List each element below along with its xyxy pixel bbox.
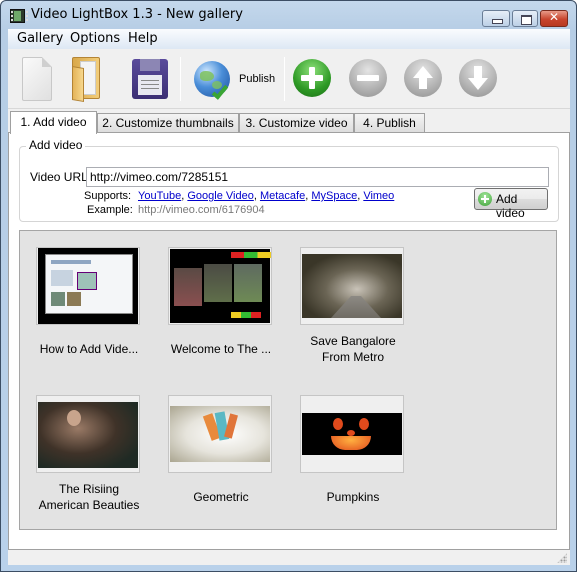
tab-panel-add-video: Add video Video URL Supports: YouTube, G…	[8, 132, 570, 550]
video-caption: Welcome to The ...	[170, 342, 272, 356]
link-google-video[interactable]: Google Video	[187, 190, 253, 202]
add-item-button[interactable]	[293, 59, 331, 97]
menu-help[interactable]: Help	[128, 31, 158, 46]
add-video-button[interactable]: Add video	[474, 188, 548, 220]
video-gallery: How to Add Vide... Welcome to The ... Sa…	[19, 230, 557, 530]
remove-item-button[interactable]	[349, 59, 387, 97]
menu-bar: Gallery Options Help	[8, 29, 570, 49]
video-url-input[interactable]	[86, 167, 549, 187]
supports-list: YouTube, Google Video, Metacafe, MySpace…	[138, 190, 395, 202]
menu-gallery[interactable]: Gallery	[17, 31, 63, 46]
status-bar	[8, 550, 570, 565]
tab-publish[interactable]: 4. Publish	[354, 113, 425, 133]
film-icon	[10, 9, 28, 23]
video-caption: Geometric	[193, 490, 249, 504]
video-caption: The Risiing American Beauties	[38, 482, 140, 512]
tab-customize-thumbnails[interactable]: 2. Customize thumbnails	[97, 113, 239, 133]
video-caption: Pumpkins	[326, 490, 380, 504]
link-vimeo[interactable]: Vimeo	[363, 190, 394, 202]
minus-icon	[357, 75, 379, 81]
window-title: Video LightBox 1.3 - New gallery	[31, 7, 243, 22]
document-icon	[22, 57, 52, 101]
add-video-group: Add video Video URL Supports: YouTube, G…	[19, 138, 559, 222]
app-window: Video LightBox 1.3 - New gallery ✕ Galle…	[0, 0, 577, 572]
minimize-button[interactable]	[482, 10, 510, 27]
new-gallery-button[interactable]	[18, 55, 62, 103]
tab-customize-video[interactable]: 3. Customize video	[239, 113, 354, 133]
video-thumbnail[interactable]	[168, 247, 272, 325]
tab-strip: 1. Add video 2. Customize thumbnails 3. …	[8, 111, 570, 134]
example-label: Example:	[87, 204, 133, 216]
open-gallery-button[interactable]	[70, 55, 114, 103]
video-url-label: Video URL	[30, 170, 88, 184]
video-thumbnail[interactable]	[300, 395, 404, 473]
toolbar-separator	[284, 57, 285, 101]
group-title: Add video	[26, 138, 86, 152]
link-metacafe[interactable]: Metacafe	[260, 190, 305, 202]
plus-circle-icon	[478, 192, 492, 206]
publish-button[interactable]	[192, 55, 234, 103]
toolbar: Publish	[8, 49, 570, 109]
video-caption: Save Bangalore From Metro	[310, 334, 396, 364]
example-url: http://vimeo.com/6176904	[138, 204, 265, 216]
close-icon: ✕	[548, 10, 560, 24]
link-youtube[interactable]: YouTube	[138, 190, 181, 202]
close-button[interactable]: ✕	[540, 10, 568, 27]
tab-add-video[interactable]: 1. Add video	[10, 111, 97, 134]
client-area: Publish 1. Add video 2. Customize thumbn…	[8, 49, 570, 565]
video-thumbnail[interactable]	[168, 395, 272, 473]
supports-label: Supports:	[84, 190, 132, 202]
move-down-button[interactable]	[459, 59, 497, 97]
arrow-down-icon	[468, 78, 488, 90]
link-myspace[interactable]: MySpace	[311, 190, 357, 202]
maximize-button[interactable]	[512, 10, 538, 27]
video-thumbnail[interactable]	[300, 247, 404, 325]
resize-grip-icon[interactable]	[557, 553, 567, 563]
menu-options[interactable]: Options	[70, 31, 120, 46]
video-caption: How to Add Vide...	[39, 342, 139, 356]
video-thumbnail[interactable]	[36, 247, 140, 325]
publish-label[interactable]: Publish	[239, 73, 275, 85]
save-gallery-button[interactable]	[128, 55, 172, 103]
video-thumbnail[interactable]	[36, 395, 140, 473]
move-up-button[interactable]	[404, 59, 442, 97]
title-bar[interactable]: Video LightBox 1.3 - New gallery ✕	[1, 1, 576, 29]
toolbar-separator	[180, 57, 181, 101]
